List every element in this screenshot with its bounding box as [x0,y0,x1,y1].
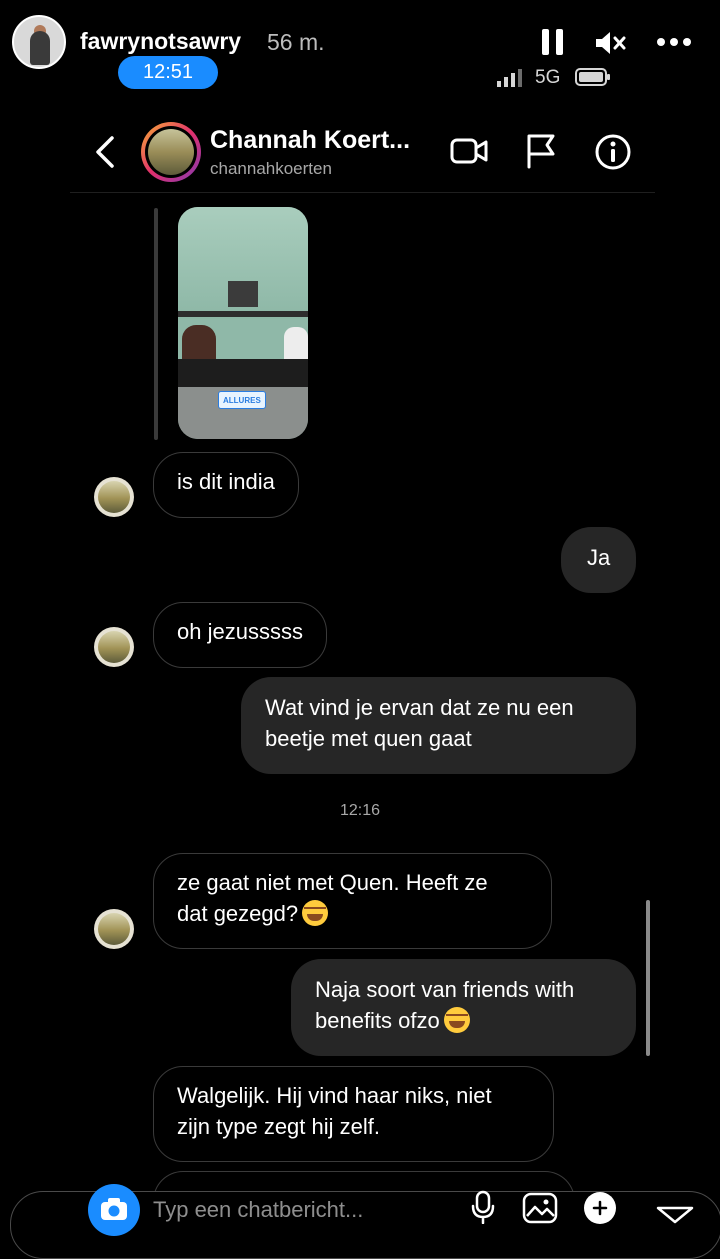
avatar-image [148,129,194,175]
message-text: is dit india [177,469,275,494]
message-text: Ja [587,545,611,570]
avatar-image [98,913,130,945]
scrollbar[interactable] [646,900,650,1056]
message-line: benefits ofzo [315,1008,440,1033]
message-line: Naja soort van friends with [315,977,575,1002]
message-line: Wat vind je ervan dat ze nu een [265,695,574,720]
video-call-icon[interactable] [450,135,488,167]
sender-avatar[interactable] [94,627,134,667]
gallery-icon[interactable] [522,1192,558,1224]
thumb-logo [228,281,258,307]
chat-timestamp: 12:16 [339,802,381,819]
message-line: beetje met quen gaat [265,726,472,751]
camera-button[interactable] [88,1184,140,1236]
battery-icon [575,68,610,86]
contact-avatar[interactable] [141,122,201,182]
contact-name[interactable]: Channah Koert... [210,126,410,155]
thumb-shelf [178,311,308,317]
avatar-figure [30,31,50,65]
story-avatar[interactable] [12,15,66,69]
message-incoming[interactable]: Walgelijk. Hij vind haar niks, niet zijn… [153,1066,554,1162]
message-line: ze gaat niet met Quen. Heeft ze [177,870,488,895]
story-age: 56 m. [267,29,325,55]
microphone-icon[interactable] [470,1190,496,1224]
reply-indicator-line [154,208,158,440]
info-icon[interactable] [594,133,632,171]
sticker-icon[interactable] [582,1190,618,1226]
flag-icon[interactable] [525,133,557,169]
message-line: Walgelijk. Hij vind haar niks, niet [177,1083,492,1108]
avatar-image [98,481,130,513]
story-username[interactable]: fawrynotsawry [80,28,241,55]
pause-icon[interactable] [542,29,564,55]
network-label: 5G [535,67,561,88]
message-outgoing[interactable]: Naja soort van friends with benefits ofz… [291,959,636,1056]
camera-icon [101,1198,127,1220]
contact-handle: channahkoerten [210,159,332,178]
message-line: zijn type zegt hij zelf. [177,1114,380,1139]
rofl-emoji-icon [443,1007,470,1033]
signal-icon [497,69,522,87]
message-incoming[interactable]: is dit india [153,452,299,518]
mention-tag: ALLURES [218,391,266,409]
status-time: 12:51 [118,56,218,89]
avatar-image [98,631,130,663]
message-outgoing[interactable]: Ja [561,527,637,593]
message-line: dat gezegd? [177,901,299,926]
back-icon[interactable] [92,134,120,170]
message-text: oh jezusssss [177,619,303,644]
more-icon[interactable] [656,34,692,50]
message-incoming[interactable]: ze gaat niet met Quen. Heeft ze dat geze… [153,853,552,949]
header-divider [70,192,655,193]
message-incoming[interactable]: oh jezusssss [153,602,327,668]
shared-video-thumbnail[interactable]: ALLURES [178,207,308,439]
thumb-table [178,359,308,387]
sender-avatar[interactable] [94,909,134,949]
mute-icon[interactable] [594,29,628,57]
joy-emoji-icon [302,900,329,926]
message-outgoing[interactable]: Wat vind je ervan dat ze nu een beetje m… [241,677,636,774]
sender-avatar[interactable] [94,477,134,517]
message-input[interactable]: Typ een chatbericht... [153,1197,363,1223]
send-icon[interactable] [655,1206,695,1224]
